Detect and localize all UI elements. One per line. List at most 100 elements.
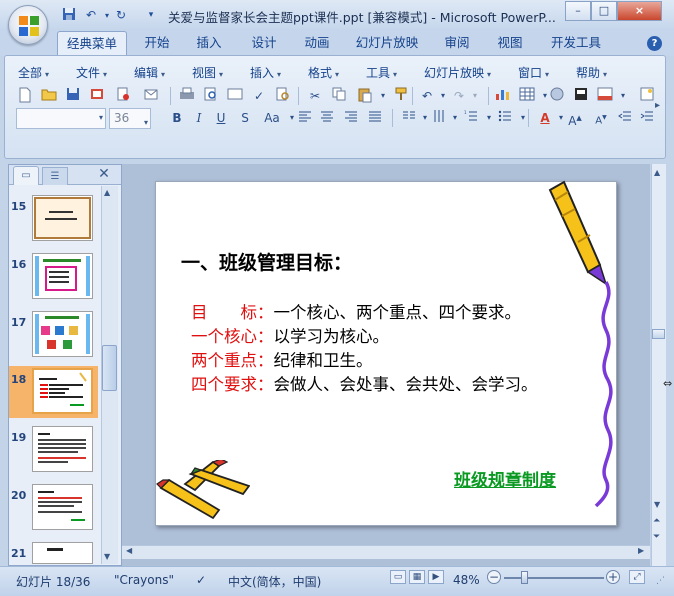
italic-button[interactable]: I <box>190 109 208 127</box>
tab-view[interactable]: 视图 <box>491 31 529 55</box>
ribbon-scroll-right-icon[interactable]: ▸ <box>655 100 660 111</box>
bullets-icon[interactable] <box>496 109 514 127</box>
zoom-level[interactable]: 48% <box>453 573 480 587</box>
menu-format[interactable]: 格式 ▾ <box>308 64 339 80</box>
menu-file[interactable]: 文件 ▾ <box>76 64 107 80</box>
increase-font-size-icon[interactable]: A▲ <box>566 109 584 128</box>
insert-table-icon[interactable] <box>518 87 536 105</box>
main-scroll-thumb[interactable] <box>652 329 665 339</box>
new-slide-icon[interactable] <box>638 87 656 105</box>
close-icon[interactable]: ✕ <box>96 166 112 182</box>
normal-view-button[interactable]: ▭ <box>390 570 406 584</box>
increase-indent-icon[interactable] <box>638 109 656 127</box>
zoom-in-button[interactable]: + <box>606 570 620 584</box>
numbering-icon[interactable]: 1 <box>462 109 480 127</box>
new-document-icon[interactable] <box>16 87 34 105</box>
scroll-down-icon[interactable]: ▼ <box>654 500 660 509</box>
decrease-font-size-icon[interactable]: A▼ <box>592 109 610 127</box>
print-preview-icon[interactable] <box>202 87 220 105</box>
close-button[interactable]: × <box>617 1 662 21</box>
menu-window[interactable]: 窗口 ▾ <box>518 64 549 80</box>
format-painter-icon[interactable] <box>392 87 410 105</box>
office-button[interactable] <box>8 5 48 45</box>
print-icon[interactable] <box>178 87 196 105</box>
slide-thumbnail-15[interactable] <box>32 195 93 241</box>
justify-icon[interactable] <box>366 109 384 127</box>
language-indicator[interactable]: 中文(简体，中国) <box>228 573 321 590</box>
customize-toolbar-icon[interactable]: ▾ <box>142 7 160 24</box>
print-setup-icon[interactable] <box>88 87 106 105</box>
tab-classic-menu[interactable]: 经典菜单 <box>57 31 127 55</box>
save-icon[interactable] <box>64 87 82 105</box>
slide-thumbnail-16[interactable] <box>32 253 93 299</box>
email-icon[interactable] <box>142 87 160 105</box>
tab-insert[interactable]: 插入 <box>190 31 228 55</box>
scroll-left-icon[interactable]: ◀ <box>126 546 132 555</box>
slide-thumbnail-21[interactable] <box>32 542 93 564</box>
scroll-right-icon[interactable]: ▶ <box>638 546 644 555</box>
redo-dropdown-icon[interactable]: ▾ <box>466 87 484 105</box>
maximize-button[interactable]: □ <box>591 1 617 21</box>
copy-icon[interactable] <box>330 87 348 105</box>
class-rules-link[interactable]: 班级规章制度 <box>454 466 556 491</box>
help-icon[interactable]: ? <box>647 36 662 51</box>
zoom-slider[interactable] <box>504 577 604 579</box>
underline-button[interactable]: U <box>212 109 230 127</box>
color-grayscale-icon[interactable] <box>572 87 590 105</box>
zoom-out-button[interactable]: − <box>487 570 501 584</box>
scroll-up-icon[interactable]: ▲ <box>654 168 660 177</box>
tab-home[interactable]: 开始 <box>138 31 176 55</box>
menu-slideshow[interactable]: 幻灯片放映 ▾ <box>424 64 491 80</box>
paste-icon[interactable] <box>356 87 374 105</box>
tab-slides[interactable]: ▭ <box>13 166 39 185</box>
slide-thumbnail-20[interactable] <box>32 484 93 530</box>
menu-all[interactable]: 全部 ▾ <box>18 64 49 80</box>
align-right-icon[interactable] <box>342 109 360 127</box>
hyperlink-icon[interactable] <box>548 87 566 105</box>
slide-thumbnail-18[interactable] <box>32 368 93 414</box>
spelling-check-icon[interactable]: ✓ <box>250 87 268 105</box>
font-size-dropdown[interactable]: 36 ▾ <box>109 108 151 129</box>
tab-outline[interactable]: ☰ <box>42 167 68 185</box>
scroll-up-icon[interactable]: ▲ <box>104 188 110 197</box>
change-case-button[interactable]: Aa <box>260 109 284 127</box>
tab-developer[interactable]: 开发工具 <box>544 31 608 55</box>
slide-layout-icon[interactable] <box>596 87 614 105</box>
align-left-icon[interactable] <box>296 109 314 127</box>
menu-insert[interactable]: 插入 ▾ <box>250 64 281 80</box>
tab-design[interactable]: 设计 <box>245 31 283 55</box>
slide-sorter-view-button[interactable]: ▦ <box>409 570 425 584</box>
next-slide-icon[interactable]: ⏷ <box>653 532 660 542</box>
decrease-indent-icon[interactable] <box>616 109 634 127</box>
slides-panel-scroll-thumb[interactable] <box>102 345 117 391</box>
zoom-slider-thumb[interactable] <box>521 571 528 584</box>
cut-icon[interactable]: ✂ <box>306 87 324 105</box>
paste-dropdown-icon[interactable]: ▾ <box>374 87 392 105</box>
align-center-icon[interactable] <box>318 109 336 127</box>
slide-thumbnail-17[interactable] <box>32 311 93 357</box>
bullets-dropdown-icon[interactable]: ▾ <box>514 109 532 127</box>
fit-to-window-button[interactable]: ⤢ <box>629 570 645 584</box>
bold-button[interactable]: B <box>168 109 186 127</box>
slide-thumbnail-19[interactable] <box>32 426 93 472</box>
redo-icon[interactable]: ↻ <box>112 7 130 24</box>
open-folder-icon[interactable] <box>40 87 58 105</box>
menu-help[interactable]: 帮助 ▾ <box>576 64 607 80</box>
insert-chart-icon[interactable] <box>494 87 512 105</box>
tab-slideshow[interactable]: 幻灯片放映 <box>351 31 423 55</box>
layout-dropdown-icon[interactable]: ▾ <box>614 87 632 105</box>
permission-icon[interactable] <box>114 87 132 105</box>
save-icon[interactable] <box>60 7 78 24</box>
previous-slide-icon[interactable]: ⏶ <box>653 516 660 526</box>
menu-edit[interactable]: 编辑 ▾ <box>134 64 165 80</box>
menu-tools[interactable]: 工具 ▾ <box>366 64 397 80</box>
font-name-dropdown[interactable]: ▾ <box>16 108 106 129</box>
menu-view[interactable]: 视图 ▾ <box>192 64 223 80</box>
tab-animation[interactable]: 动画 <box>298 31 336 55</box>
page-setup-icon[interactable] <box>226 87 244 105</box>
shadow-button[interactable]: S <box>236 109 254 127</box>
minimize-button[interactable]: – <box>565 1 591 21</box>
research-icon[interactable] <box>274 87 292 105</box>
scroll-down-icon[interactable]: ▼ <box>104 552 110 561</box>
spell-check-icon[interactable]: ✓ <box>196 573 206 587</box>
